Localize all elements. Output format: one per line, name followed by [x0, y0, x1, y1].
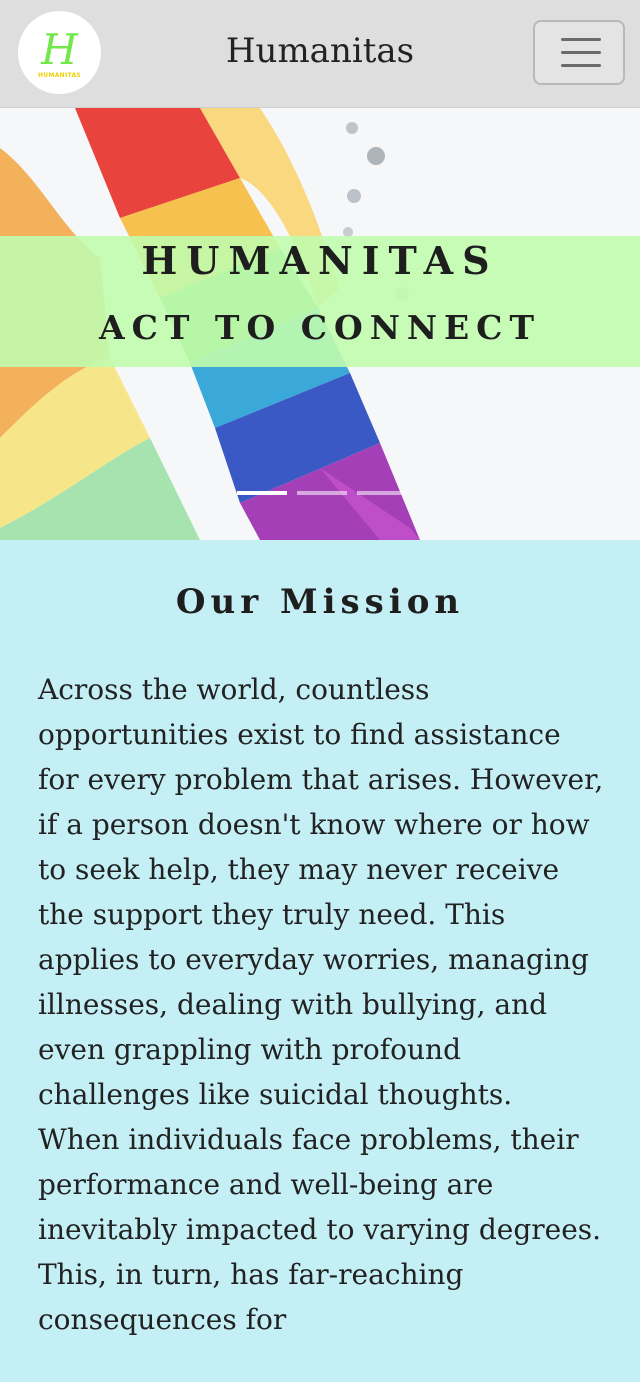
mission-paragraph-2: When individuals face problems, their pe… [38, 1123, 602, 1336]
mission-paragraph-1: Across the world, countless opportunitie… [38, 673, 604, 1111]
menu-toggle-button[interactable] [533, 20, 625, 85]
mission-text: Across the world, countless opportunitie… [38, 667, 608, 1342]
mission-heading: Our Mission [175, 582, 465, 622]
hero-title: HUMANITAS [141, 238, 499, 283]
hero-carousel[interactable]: HUMANITAS ACT TO CONNECT [0, 108, 640, 540]
carousel-indicator-2[interactable] [297, 491, 347, 495]
carousel-indicator-1[interactable] [237, 491, 287, 495]
logo-wordmark: HUMANITAS [37, 71, 82, 79]
navbar: H HUMANITAS Humanitas [0, 0, 640, 108]
carousel-indicator-3[interactable] [357, 491, 407, 495]
hero-subtitle: ACT TO CONNECT [98, 308, 542, 347]
mission-section: Our Mission Across the world, countless … [0, 540, 640, 1382]
